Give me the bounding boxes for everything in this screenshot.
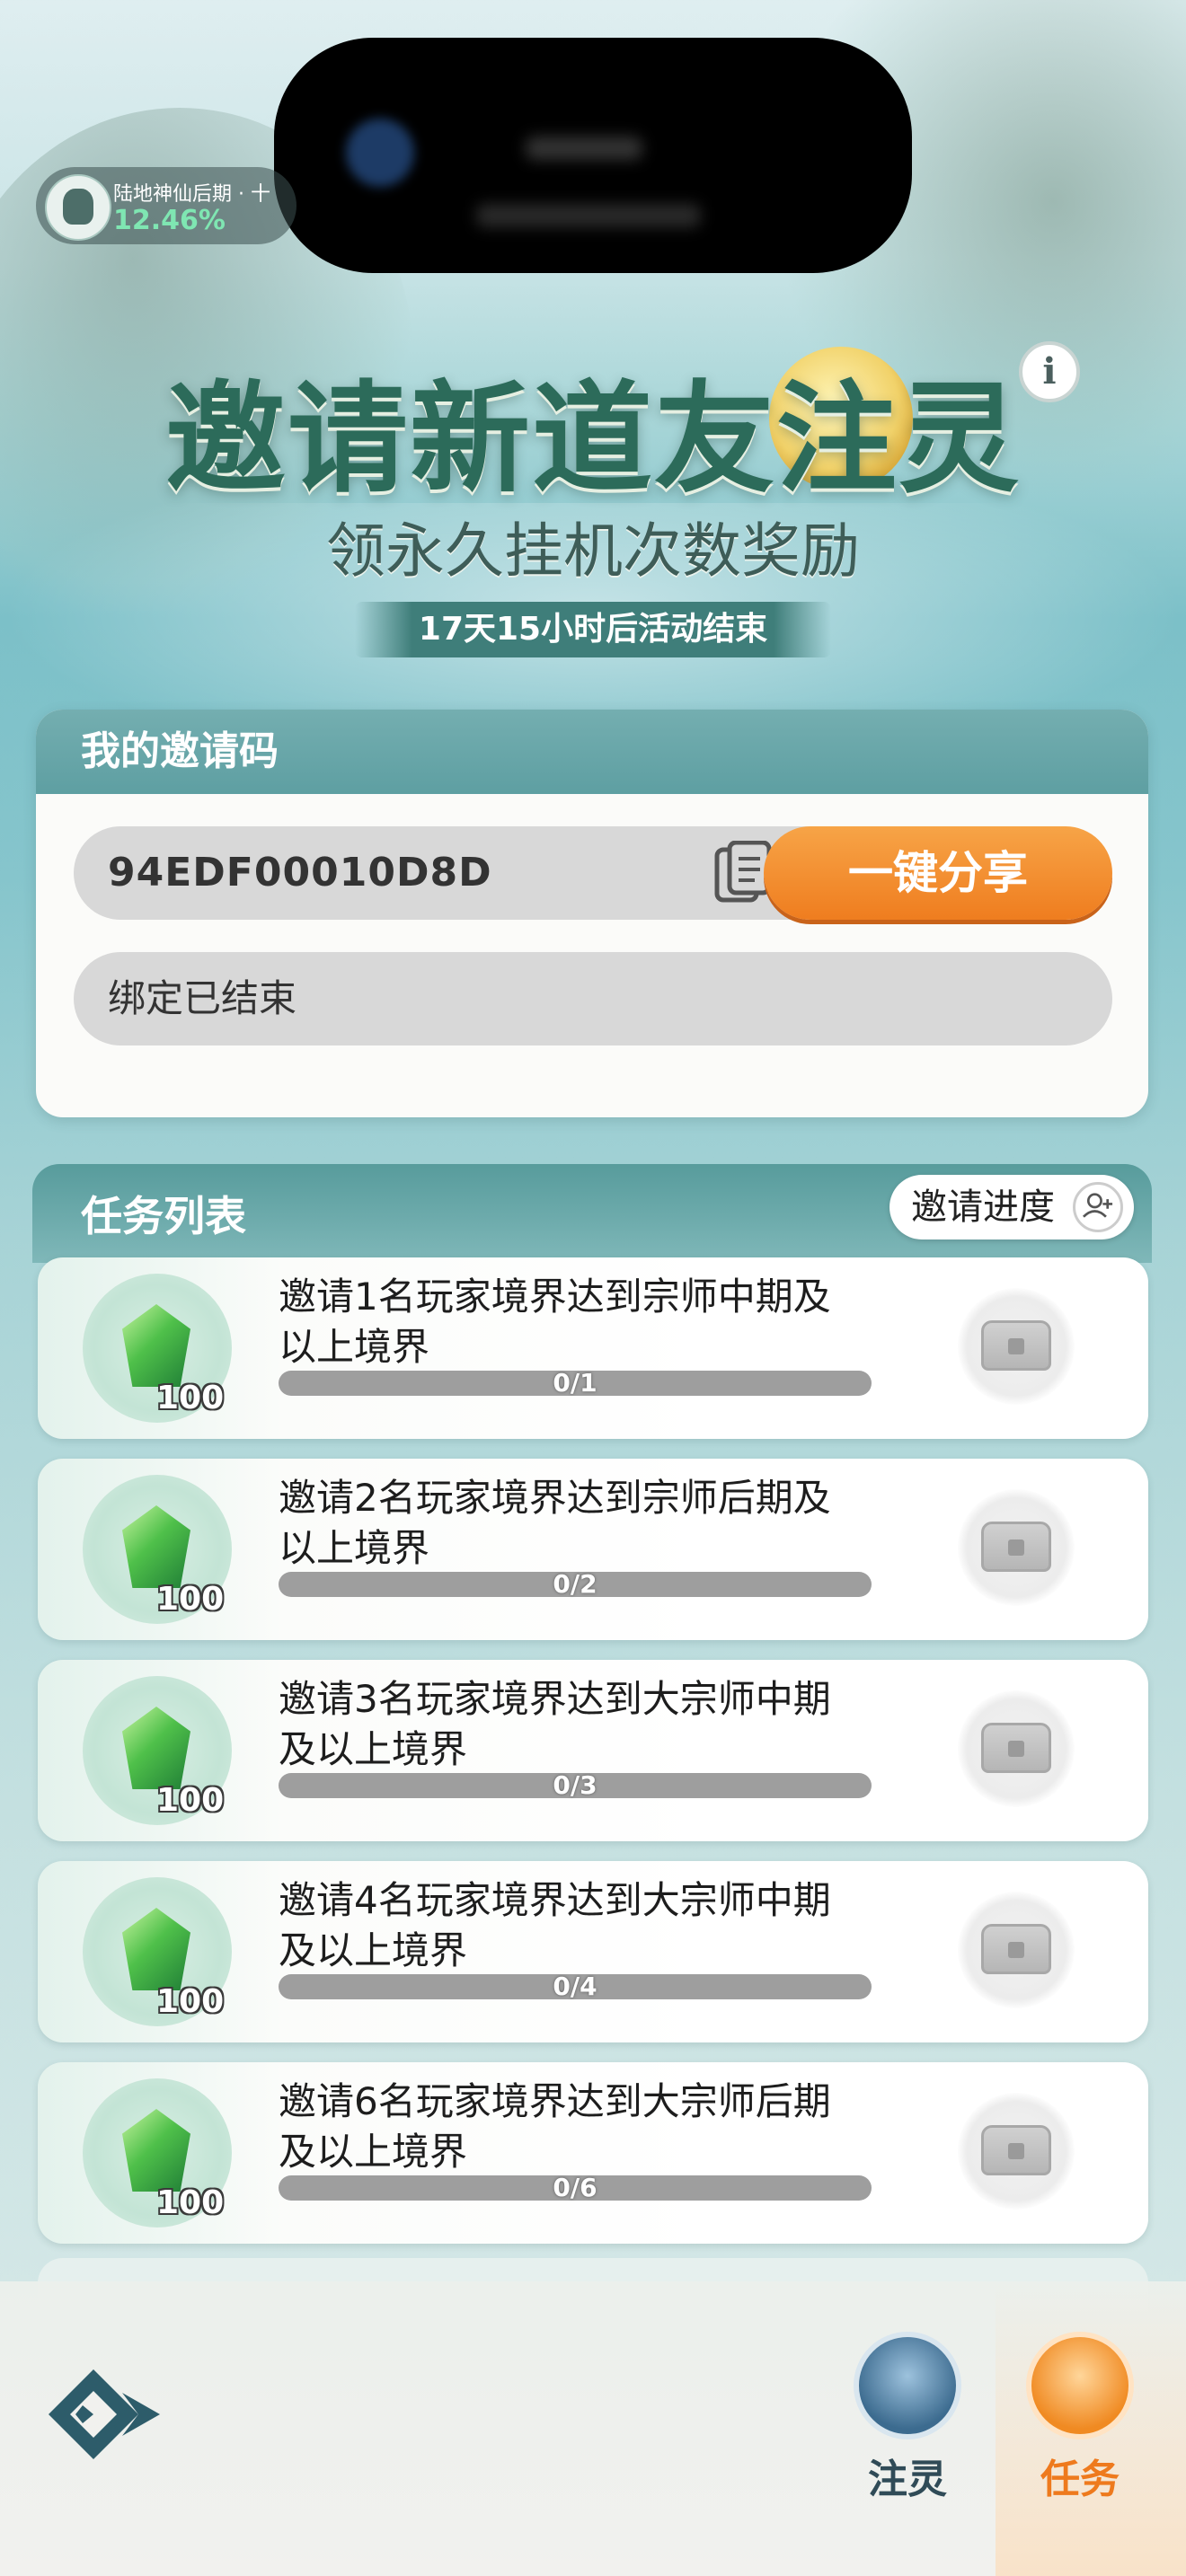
game-logo-icon[interactable] [40, 2366, 165, 2463]
realm-progress-widget[interactable]: 陆地神仙后期 · 十 12.46% [36, 167, 296, 244]
task-description: 邀请6名玩家境界达到大宗师后期及以上境界 [279, 2079, 831, 2174]
page-subtitle: 领永久挂机次数奖励 [326, 516, 860, 586]
task-progress-bar: 0/3 [279, 1773, 872, 1798]
invite-code-card: 我的邀请码 94EDF00010D8D 一键分享 绑定已结束 [36, 710, 1148, 1117]
task-description: 邀请3名玩家境界达到大宗师中期及以上境界 [279, 1677, 831, 1771]
jade-gem-icon [122, 2109, 190, 2192]
task-progress-bar: 0/2 [279, 1572, 872, 1597]
nav-task-label: 任务 [1040, 2457, 1120, 2502]
reward-count: 100 [156, 1581, 225, 1618]
treasure-chest-icon[interactable] [958, 2093, 1075, 2210]
avatar [45, 174, 111, 241]
realm-percent: 12.46% [113, 205, 226, 236]
invite-progress-button[interactable]: 邀请进度 [890, 1175, 1134, 1239]
event-countdown: 17天15小时后活动结束 [355, 602, 831, 657]
jade-gem-icon [122, 1707, 190, 1789]
share-button[interactable]: 一键分享 [764, 826, 1112, 920]
task-progress-bar: 0/6 [279, 2175, 872, 2201]
task-progress-text: 0/4 [553, 1972, 597, 2001]
task-card: 100 邀请6名玩家境界达到大宗师后期及以上境界 0/6 [38, 2062, 1148, 2244]
reward-badge: 100 [83, 1676, 232, 1825]
task-progress-bar: 0/4 [279, 1974, 872, 1999]
reward-badge: 100 [83, 1475, 232, 1624]
bind-status-field: 绑定已结束 [74, 952, 1112, 1045]
reward-count: 100 [156, 1983, 225, 2020]
treasure-chest-icon[interactable] [958, 1489, 1075, 1606]
spirit-icon [854, 2332, 961, 2439]
task-description: 邀请2名玩家境界达到宗师后期及以上境界 [279, 1476, 831, 1570]
nav-spirit-label: 注灵 [868, 2457, 947, 2502]
jade-gem-icon [122, 1505, 190, 1588]
add-user-icon [1073, 1182, 1123, 1232]
task-scroll-icon [1026, 2332, 1134, 2439]
nav-task[interactable]: 任务 [1008, 2332, 1152, 2504]
task-list-title: 任务列表 [81, 1192, 246, 1240]
task-progress-text: 0/1 [553, 1368, 597, 1398]
dynamic-island-notification [274, 38, 912, 273]
realm-name: 陆地神仙后期 · 十 [113, 183, 270, 206]
task-card: 100 邀请4名玩家境界达到大宗师中期及以上境界 0/4 [38, 1861, 1148, 2042]
task-card: 100 邀请3名玩家境界达到大宗师中期及以上境界 0/3 [38, 1660, 1148, 1841]
jade-gem-icon [122, 1908, 190, 1990]
task-progress-text: 0/6 [553, 2173, 597, 2202]
task-progress-text: 0/3 [553, 1770, 597, 1800]
nav-spirit[interactable]: 注灵 [836, 2332, 979, 2504]
reward-count: 100 [156, 2184, 225, 2221]
treasure-chest-icon[interactable] [958, 1892, 1075, 2008]
invite-card-heading: 我的邀请码 [36, 710, 1148, 794]
task-description: 邀请4名玩家境界达到大宗师中期及以上境界 [279, 1878, 831, 1972]
reward-badge: 100 [83, 1274, 232, 1423]
reward-badge: 100 [83, 1877, 232, 2026]
treasure-chest-icon[interactable] [958, 1690, 1075, 1807]
treasure-chest-icon[interactable] [958, 1288, 1075, 1405]
jade-gem-icon [122, 1304, 190, 1387]
reward-badge: 100 [83, 2078, 232, 2228]
reward-count: 100 [156, 1380, 225, 1416]
task-card: 100 邀请2名玩家境界达到宗师后期及以上境界 0/2 [38, 1459, 1148, 1640]
page-title: 邀请新道友注灵 [164, 369, 1021, 509]
invite-code: 94EDF00010D8D [108, 850, 492, 895]
invite-progress-label: 邀请进度 [911, 1187, 1055, 1228]
reward-count: 100 [156, 1782, 225, 1819]
task-card: 100 邀请1名玩家境界达到宗师中期及以上境界 0/1 [38, 1257, 1148, 1439]
task-description: 邀请1名玩家境界达到宗师中期及以上境界 [279, 1275, 831, 1369]
notification-icon [346, 119, 414, 187]
task-progress-text: 0/2 [553, 1569, 597, 1599]
info-icon[interactable]: i [1019, 341, 1080, 402]
task-progress-bar: 0/1 [279, 1371, 872, 1396]
